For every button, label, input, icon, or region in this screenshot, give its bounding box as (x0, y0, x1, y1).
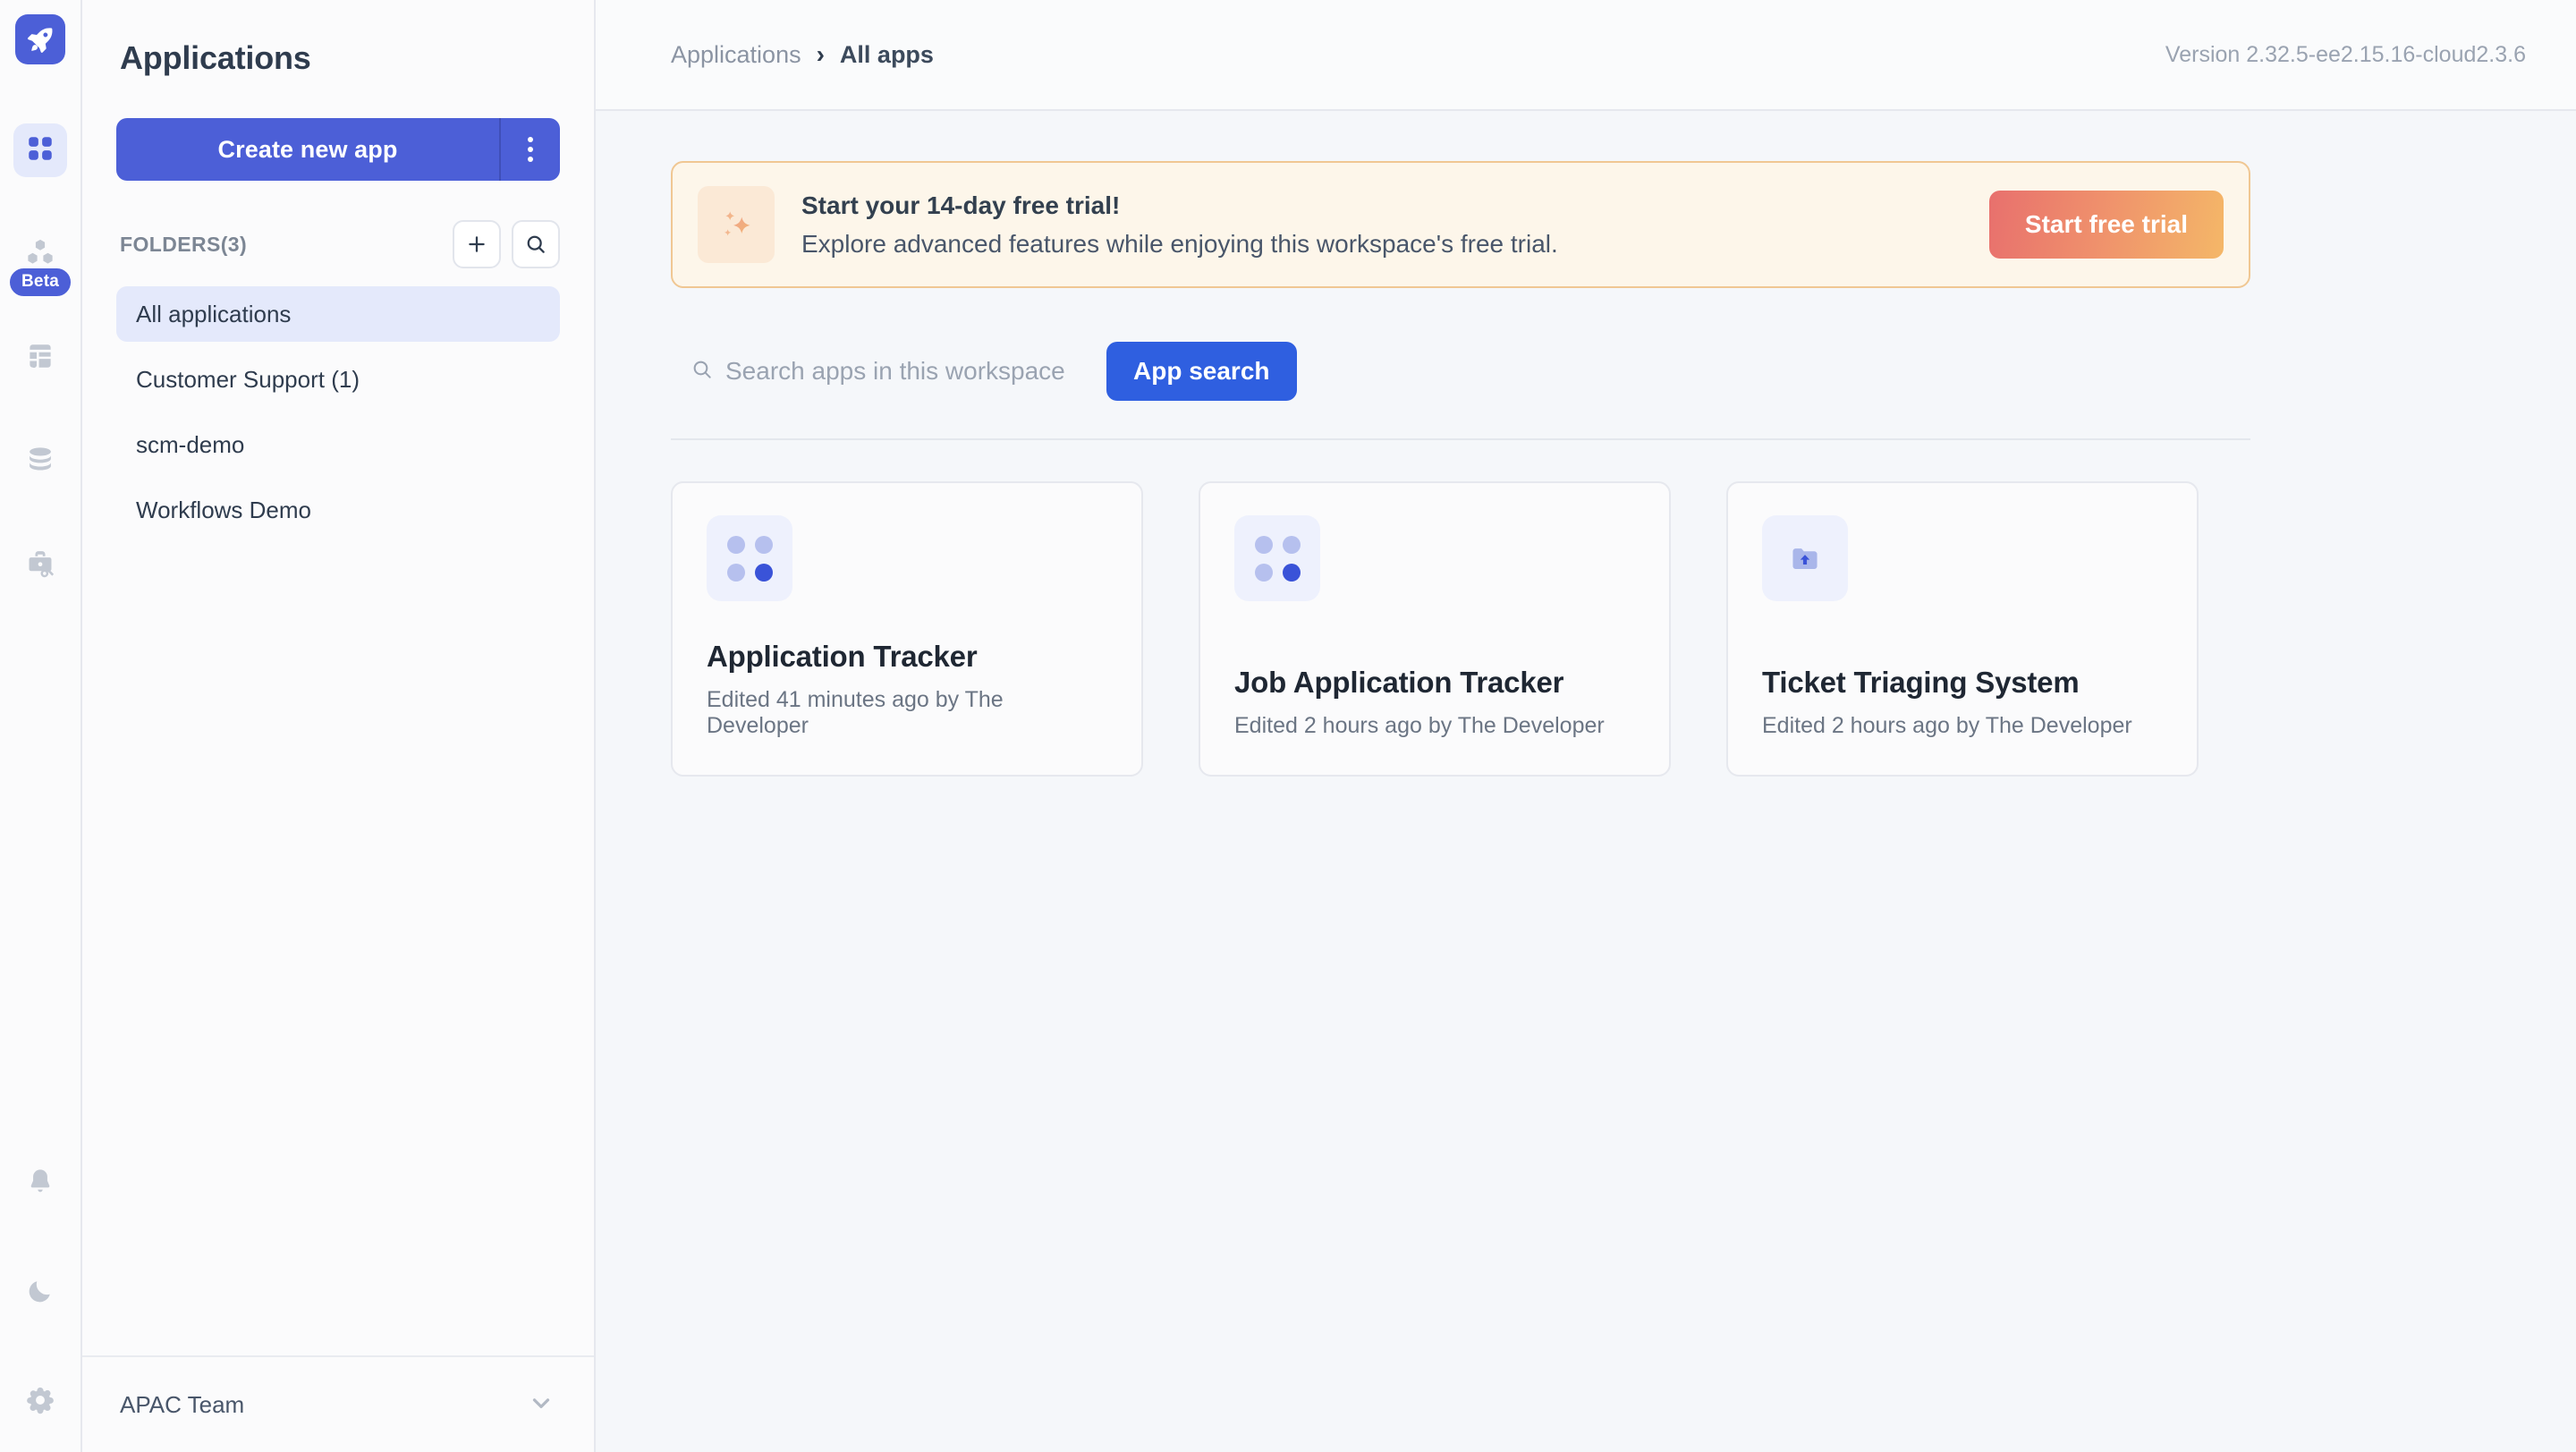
version-label: Version 2.32.5-ee2.15.16-cloud2.3.6 (2165, 41, 2526, 67)
grid-icon (25, 133, 55, 168)
folders-actions (453, 220, 560, 268)
app-search-button[interactable]: App search (1106, 342, 1297, 401)
breadcrumb-item-all-apps: All apps (839, 40, 934, 68)
free-trial-banner: Start your 14-day free trial! Explore ad… (671, 161, 2250, 288)
sidebar-item-toolkit[interactable] (13, 539, 67, 592)
icon-rail: Beta (0, 0, 82, 1452)
app-card-job-application-tracker[interactable]: Job Application Tracker Edited 2 hours a… (1199, 481, 1671, 777)
grid-dot (754, 535, 773, 554)
folders-sidebar: Applications Create new app FOLDERS(3) A… (82, 0, 596, 1452)
start-free-trial-button[interactable]: Start free trial (1988, 191, 2224, 259)
app-card-grid: Application Tracker Edited 41 minutes ag… (671, 440, 2250, 777)
app-name: Job Application Tracker (1234, 666, 1564, 699)
banner-title: Start your 14-day free trial! (801, 191, 1121, 219)
moon-icon (25, 1276, 55, 1311)
folder-item-scm-demo[interactable]: scm-demo (116, 417, 560, 472)
grid-dot (726, 535, 745, 554)
notifications-button[interactable] (13, 1157, 67, 1210)
search-field-wrapper (691, 357, 1083, 386)
app-name: Ticket Triaging System (1762, 666, 2080, 699)
rail-top-group: Beta (7, 14, 73, 592)
grid-dot-accent (1282, 563, 1301, 582)
app-card-ticket-triaging-system[interactable]: Ticket Triaging System Edited 2 hours ag… (1726, 481, 2199, 777)
sidebar-item-apps-grid[interactable] (13, 123, 67, 177)
grid-dot-accent (754, 563, 773, 582)
search-folders-button[interactable] (512, 220, 560, 268)
folder-upload-icon (1762, 515, 1848, 601)
add-folder-button[interactable] (453, 220, 501, 268)
create-app-options-button[interactable] (501, 118, 560, 181)
dot-grid-shape (1254, 535, 1301, 582)
grid-dot (1254, 563, 1273, 582)
folder-label: scm-demo (136, 430, 245, 458)
chevron-down-icon (528, 1389, 555, 1421)
app-edited-meta: Edited 41 minutes ago by The Developer (707, 687, 1004, 738)
workspace-switcher[interactable]: APAC Team (82, 1355, 594, 1452)
layout-icon (25, 341, 55, 376)
kebab-dot (528, 147, 533, 152)
sidebar-title: Applications (120, 39, 311, 76)
content-area: Start your 14-day free trial! Explore ad… (596, 111, 2576, 1452)
grid-dot (1254, 535, 1273, 554)
app-edited-meta: Edited 2 hours ago by The Developer (1762, 713, 2132, 738)
sidebar-item-datasources[interactable] (13, 435, 67, 488)
workspace-name: APAC Team (120, 1390, 245, 1418)
dot-grid-shape (726, 535, 773, 582)
settings-button[interactable] (13, 1375, 67, 1429)
database-icon (25, 445, 55, 480)
breadcrumb-item-applications[interactable]: Applications (671, 41, 801, 69)
content-inner: Start your 14-day free trial! Explore ad… (671, 161, 2250, 777)
gear-icon (24, 1384, 56, 1421)
folders-count-label: FOLDERS(3) (120, 232, 247, 256)
dot-grid-icon (707, 515, 792, 601)
app-edited-meta: Edited 2 hours ago by The Developer (1234, 713, 1605, 738)
grid-dot (1282, 535, 1301, 554)
breadcrumb-separator-icon: › (816, 40, 825, 68)
search-row: App search (671, 342, 2250, 401)
sidebar-item-dashboards[interactable] (13, 331, 67, 385)
folder-item-workflows-demo[interactable]: Workflows Demo (116, 482, 560, 538)
folder-label: Workflows Demo (136, 496, 312, 523)
folder-item-all-applications[interactable]: All applications (116, 286, 560, 342)
dot-grid-icon (1234, 515, 1320, 601)
folder-list: All applications Customer Support (1) sc… (82, 268, 594, 548)
folder-label: All applications (136, 300, 292, 327)
app-root: Beta Applications Create new app FOLDERS… (0, 0, 2576, 1452)
folders-header: FOLDERS(3) (82, 181, 594, 268)
create-new-app-button[interactable]: Create new app (116, 118, 560, 181)
search-apps-input[interactable] (725, 357, 1083, 386)
create-app-row: Create new app (82, 77, 594, 181)
kebab-dot (528, 137, 533, 142)
rail-bottom-group (13, 1157, 67, 1429)
sidebar-item-workflows[interactable]: Beta (7, 227, 73, 299)
kebab-dot (528, 157, 533, 162)
briefcase-key-icon (24, 548, 56, 583)
folder-label: Customer Support (1) (136, 365, 360, 393)
app-name: Application Tracker (707, 640, 978, 673)
beta-badge: Beta (7, 266, 73, 299)
main-area: Applications › All apps Version 2.32.5-e… (596, 0, 2576, 1452)
create-new-app-label: Create new app (217, 135, 398, 163)
top-bar: Applications › All apps Version 2.32.5-e… (596, 0, 2576, 111)
grid-dot (726, 563, 745, 582)
breadcrumb: Applications › All apps (671, 41, 934, 69)
banner-subtitle: Explore advanced features while enjoying… (801, 229, 1558, 258)
search-icon (691, 358, 714, 386)
rocket-logo-icon[interactable] (15, 14, 65, 64)
banner-text-block: Start your 14-day free trial! Explore ad… (801, 191, 1558, 259)
app-card-application-tracker[interactable]: Application Tracker Edited 41 minutes ag… (671, 481, 1143, 777)
sparkles-icon (698, 186, 775, 263)
bell-icon (25, 1167, 55, 1202)
dark-mode-toggle[interactable] (13, 1266, 67, 1320)
folder-item-customer-support[interactable]: Customer Support (1) (116, 352, 560, 407)
